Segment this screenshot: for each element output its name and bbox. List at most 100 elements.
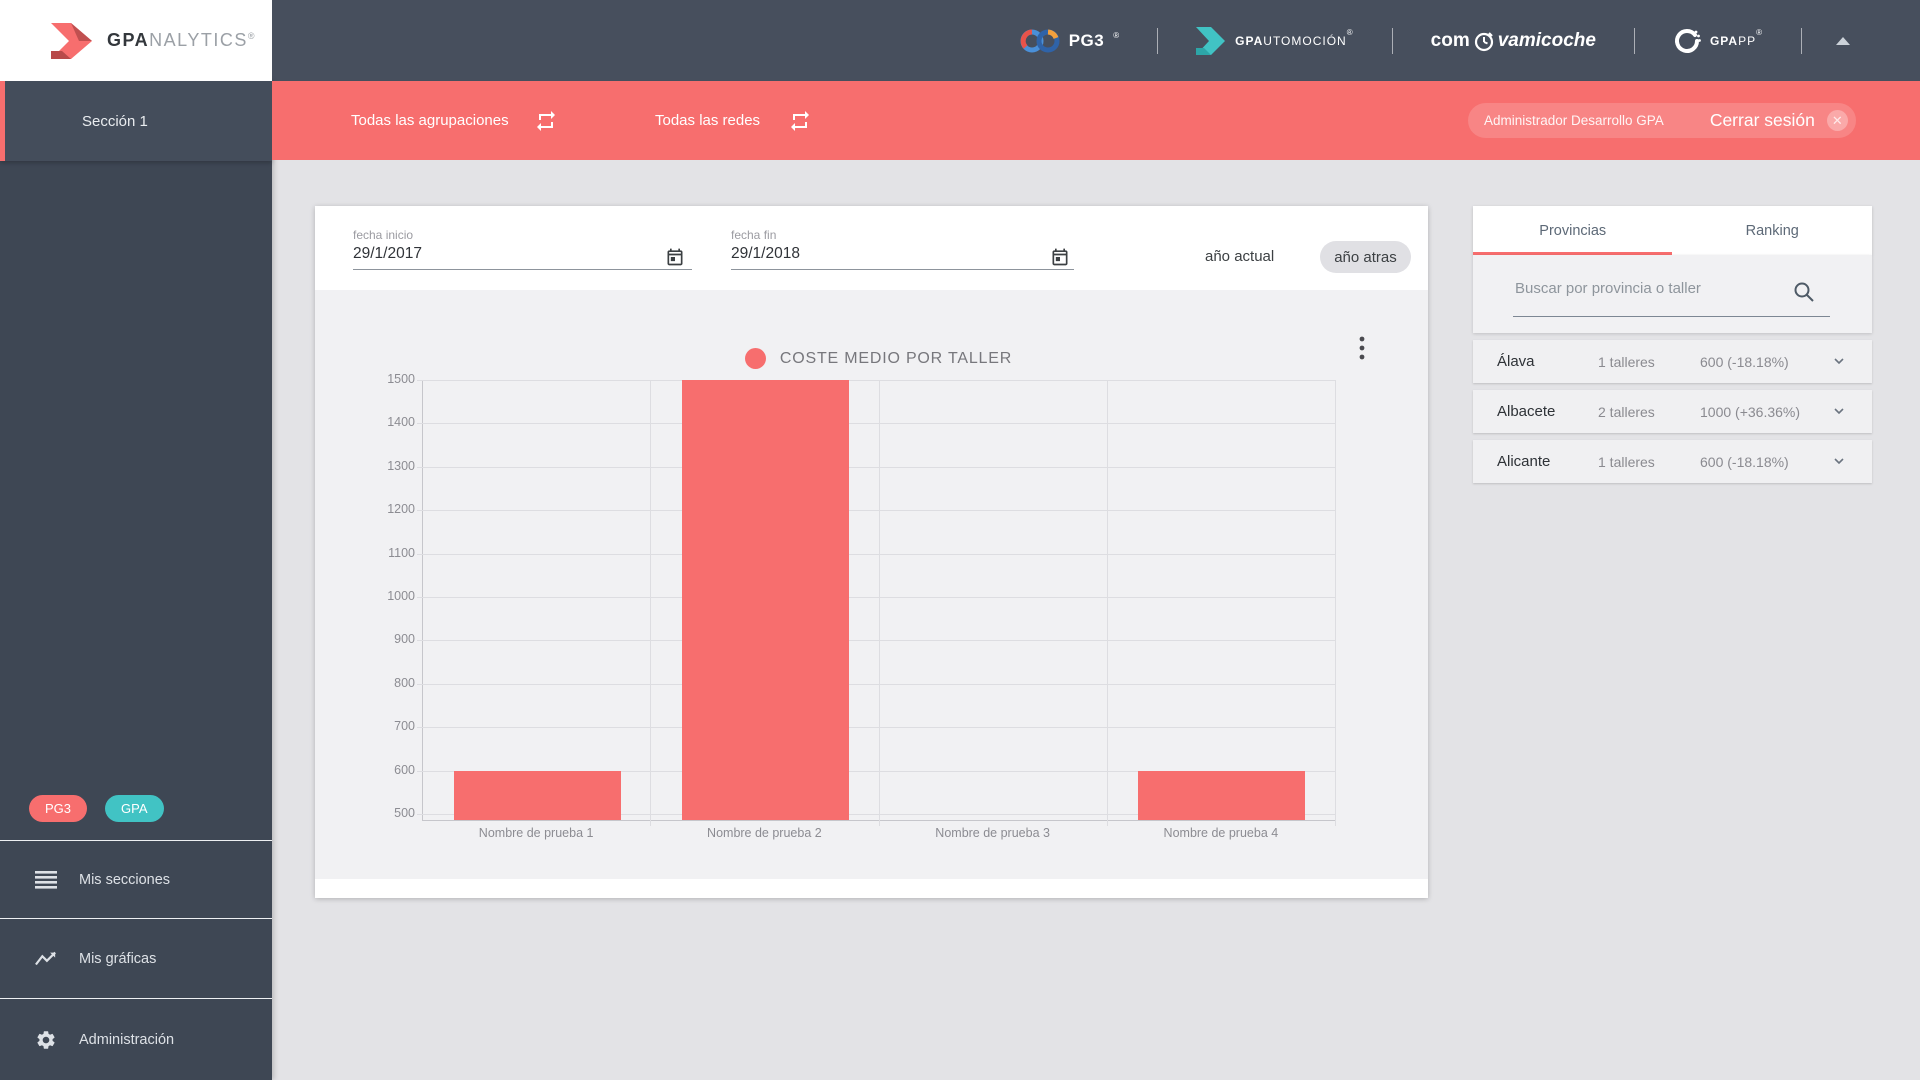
- sidebar-item-administracion[interactable]: Administración: [0, 998, 272, 1080]
- y-axis-tick-label: 800: [394, 675, 415, 690]
- gpapp-app-link[interactable]: GPAPP®: [1635, 27, 1801, 55]
- gridline: [878, 380, 880, 826]
- pg3-app-link[interactable]: PG3 ®: [982, 27, 1157, 55]
- swap-networks-button[interactable]: [788, 81, 812, 160]
- tab-ranking[interactable]: Ranking: [1673, 206, 1873, 255]
- search-icon[interactable]: [1793, 281, 1815, 308]
- menu-label: Mis secciones: [79, 871, 171, 888]
- province-row-alicante[interactable]: Alicante 1 talleres 600 (-18.18%): [1473, 440, 1872, 483]
- province-name: Álava: [1497, 353, 1535, 370]
- panel-tabs: Provincias Ranking: [1473, 206, 1872, 255]
- date-end-label: fecha fin: [731, 228, 777, 242]
- y-axis-tick-label: 700: [394, 719, 415, 734]
- app-logo: GPANALYTICS®: [0, 0, 272, 81]
- divider: [1801, 27, 1802, 54]
- gpautomocion-arrow-icon: [1196, 26, 1226, 55]
- all-networks-filter[interactable]: Todas las redes: [655, 81, 760, 160]
- screen: GPANALYTICS® PG3 ® GPAUTOMOCIÓN® com vam…: [0, 0, 1920, 1080]
- chevron-down-icon[interactable]: [1831, 453, 1847, 474]
- top-app-bar: PG3 ® GPAUTOMOCIÓN® com vamicoche GPAPP®: [272, 0, 1920, 81]
- chevron-down-icon[interactable]: [1831, 353, 1847, 374]
- date-start-label: fecha inicio: [353, 228, 414, 242]
- close-session-icon[interactable]: ✕: [1826, 110, 1848, 131]
- chevron-down-icon[interactable]: [1831, 403, 1847, 424]
- swap-icon: [791, 110, 809, 131]
- y-axis-tick-label: 1500: [387, 372, 415, 386]
- x-axis-category-label: Nombre de prueba 1: [478, 826, 594, 840]
- gridline: [417, 727, 1336, 729]
- comprovamicoche-app-link[interactable]: com vamicoche: [1393, 30, 1634, 52]
- sidebar-item-mis-graficas[interactable]: Mis gráficas: [0, 918, 272, 998]
- province-name: Albacete: [1497, 403, 1556, 420]
- x-axis-category-label: Nombre de prueba 4: [1163, 826, 1279, 840]
- search-input[interactable]: [1513, 279, 1787, 298]
- date-start-input[interactable]: [353, 245, 553, 263]
- user-session-pill: Administrador Desarrollo GPA Cerrar sesi…: [1468, 103, 1856, 138]
- swap-groupings-button[interactable]: [534, 81, 558, 160]
- app-logo-text: GPANALYTICS®: [107, 30, 255, 50]
- gpanalytics-arrow-icon: [51, 22, 92, 59]
- trending-icon: [35, 951, 56, 965]
- chart-card: fecha inicio fecha fin año actual año at…: [315, 206, 1428, 898]
- y-axis-tick-label: 1400: [387, 415, 415, 430]
- y-axis-tick-label: 1100: [388, 545, 415, 560]
- gridline: [417, 380, 1336, 381]
- province-name: Alicante: [1497, 453, 1551, 470]
- user-name: Administrador Desarrollo GPA: [1484, 113, 1664, 128]
- y-axis-tick-label: 1200: [387, 502, 415, 517]
- gridline: [417, 640, 1336, 642]
- chart-bar[interactable]: [681, 380, 849, 820]
- sidebar-item-mis-secciones[interactable]: Mis secciones: [0, 840, 272, 918]
- chart-menu-kebab-icon[interactable]: [1353, 335, 1371, 365]
- y-axis-tick-label: 600: [394, 762, 415, 777]
- clock-icon: [1474, 31, 1493, 51]
- gridline: [417, 423, 1336, 425]
- menu-label: Mis gráficas: [79, 950, 157, 967]
- province-value: 600 (-18.18%): [1700, 454, 1789, 470]
- section-label: Sección 1: [82, 112, 148, 130]
- pg3-label: PG3: [1068, 30, 1105, 50]
- provinces-panel: Provincias Ranking Álava 1 talleres 600 …: [1473, 206, 1872, 483]
- gpa-badge[interactable]: GPA: [105, 795, 164, 822]
- gpapp-label: GPAPP®: [1709, 28, 1763, 48]
- province-row-alava[interactable]: Álava 1 talleres 600 (-18.18%): [1473, 340, 1872, 383]
- gridline: [650, 380, 652, 826]
- pg3-badge[interactable]: PG3: [29, 795, 88, 822]
- province-talleres: 2 talleres: [1598, 404, 1655, 420]
- province-value: 600 (-18.18%): [1700, 354, 1789, 370]
- province-talleres: 1 talleres: [1598, 354, 1655, 370]
- chart-bar[interactable]: [453, 770, 621, 820]
- menu-label: Administración: [79, 1031, 175, 1048]
- province-value: 1000 (+36.36%): [1700, 404, 1801, 420]
- current-year-button[interactable]: año actual: [1205, 248, 1274, 265]
- gear-icon: [37, 1030, 55, 1049]
- input-underline: [353, 269, 692, 270]
- gridline: [417, 466, 1336, 468]
- date-end-input[interactable]: [731, 245, 931, 263]
- gpautomocion-app-link[interactable]: GPAUTOMOCIÓN®: [1158, 26, 1391, 55]
- sidebar: Sección 1 PG3 GPA Mis secciones Mis gráf…: [0, 81, 272, 1080]
- gridline: [1106, 380, 1108, 826]
- y-axis-tick-label: 1300: [387, 458, 415, 473]
- chart-bar[interactable]: [1138, 770, 1306, 820]
- previous-year-button[interactable]: año atras: [1320, 241, 1411, 273]
- gridline: [417, 597, 1336, 598]
- province-row-albacete[interactable]: Albacete 2 talleres 1000 (+36.36%): [1473, 390, 1872, 433]
- province-talleres: 1 talleres: [1598, 454, 1655, 470]
- sidebar-badges: PG3 GPA: [29, 795, 164, 822]
- sidebar-item-seccion-1[interactable]: Sección 1: [0, 81, 272, 161]
- search-underline: [1513, 316, 1830, 317]
- list-icon: [35, 870, 57, 889]
- chart-legend[interactable]: COSTE MEDIO POR TALLER: [422, 348, 1335, 369]
- filter-bar: Todas las agrupaciones Todas las redes A…: [272, 81, 1920, 160]
- tab-provincias[interactable]: Provincias: [1473, 206, 1673, 255]
- gridline: [417, 683, 1336, 685]
- logout-button[interactable]: Cerrar sesión: [1710, 110, 1815, 131]
- y-axis-tick-label: 900: [394, 632, 415, 647]
- collapse-caret-icon[interactable]: [1836, 36, 1850, 45]
- chart-title: COSTE MEDIO POR TALLER: [779, 349, 1013, 367]
- gpautomocion-label: GPAUTOMOCIÓN®: [1235, 28, 1354, 48]
- swap-icon: [537, 110, 555, 131]
- input-underline: [731, 269, 1074, 270]
- all-groupings-filter[interactable]: Todas las agrupaciones: [351, 81, 509, 160]
